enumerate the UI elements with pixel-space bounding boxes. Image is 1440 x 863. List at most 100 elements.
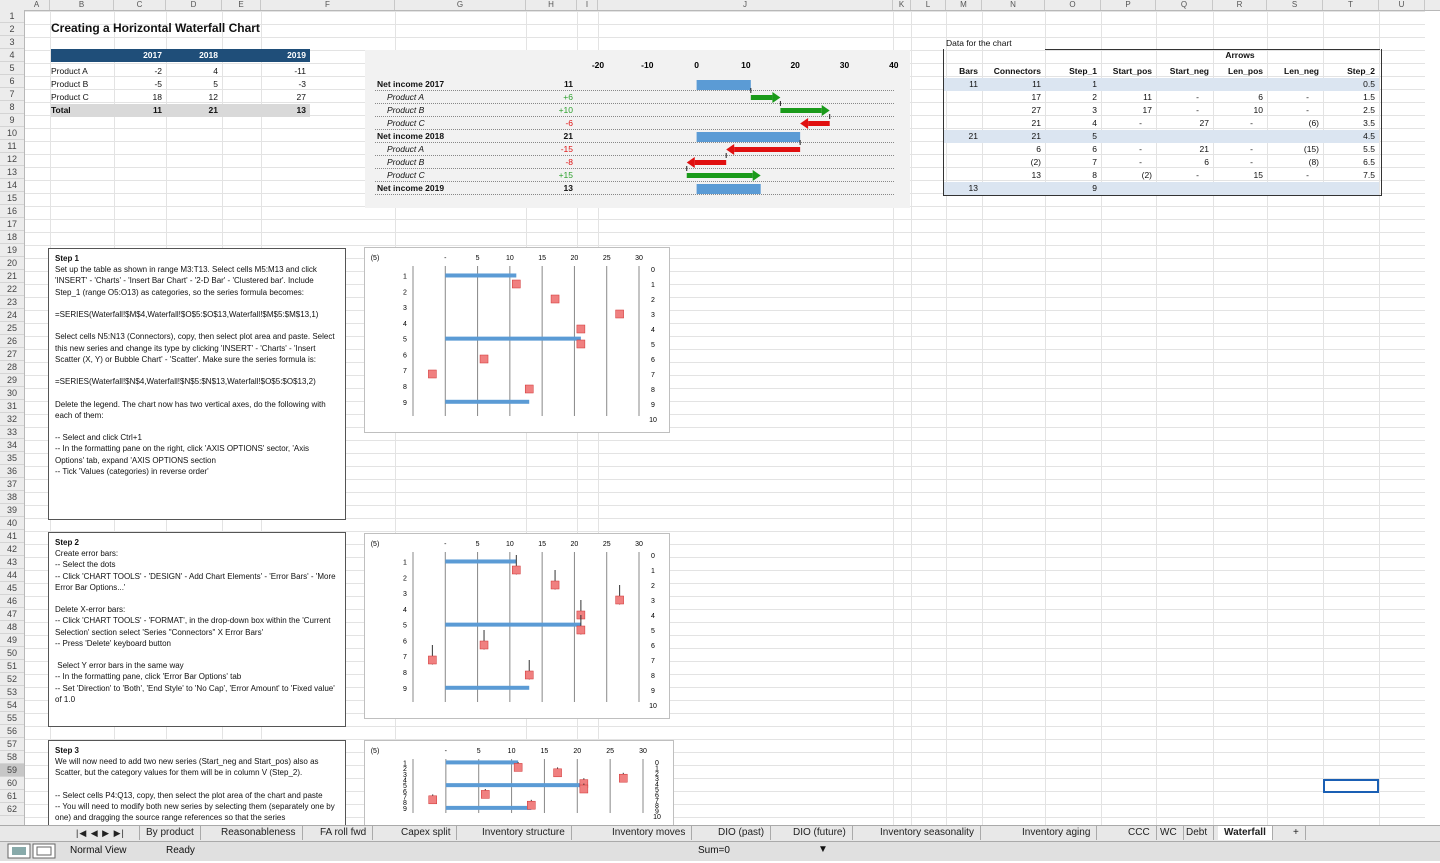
negative-arrow-head[interactable] xyxy=(726,144,735,155)
column-header-c[interactable]: C xyxy=(114,0,166,10)
row-header-55[interactable]: 55 xyxy=(0,712,24,725)
row-header-31[interactable]: 31 xyxy=(0,400,24,413)
row-header-5[interactable]: 5 xyxy=(0,62,24,75)
column-header-f[interactable]: F xyxy=(261,0,395,10)
column-header-l[interactable]: L xyxy=(911,0,946,10)
negative-arrow-shaft[interactable] xyxy=(694,160,727,165)
positive-arrow-head[interactable] xyxy=(821,105,830,116)
row-header-62[interactable]: 62 xyxy=(0,803,24,816)
column-header-q[interactable]: Q xyxy=(1156,0,1213,10)
column-header-e[interactable]: E xyxy=(222,0,261,10)
row-header-24[interactable]: 24 xyxy=(0,309,24,322)
row-header-52[interactable]: 52 xyxy=(0,673,24,686)
row-header-49[interactable]: 49 xyxy=(0,634,24,647)
row-header-28[interactable]: 28 xyxy=(0,361,24,374)
row-header-21[interactable]: 21 xyxy=(0,270,24,283)
sheet-tab-ccc[interactable]: CCC xyxy=(1122,826,1157,840)
sheet-tab-inventory-structure[interactable]: Inventory structure xyxy=(476,826,572,840)
row-header-45[interactable]: 45 xyxy=(0,582,24,595)
column-header-u[interactable]: U xyxy=(1379,0,1425,10)
step-1-chart[interactable]: (5) - 5 10 15 20 25 30 1 2 3 4 5 6 7 8 9 0 1 2 3 4 5 6 7 8 9 10 xyxy=(364,247,670,433)
row-header-56[interactable]: 56 xyxy=(0,725,24,738)
step-2-chart[interactable]: (5) - 5 10 15 20 25 30 1 2 3 4 5 6 7 8 9 0 1 2 3 4 5 6 7 8 9 10 xyxy=(364,533,670,719)
column-header-h[interactable]: H xyxy=(526,0,577,10)
negative-arrow-shaft[interactable] xyxy=(734,147,801,152)
positive-arrow-head[interactable] xyxy=(752,170,761,181)
sheet-tab-inventory-seasonality[interactable]: Inventory seasonality xyxy=(874,826,981,840)
column-header-j[interactable]: J xyxy=(598,0,893,10)
row-header-25[interactable]: 25 xyxy=(0,322,24,335)
column-header-m[interactable]: M xyxy=(946,0,982,10)
tab-nav-arrows[interactable]: |◀ ◀ ▶ ▶| xyxy=(70,826,140,840)
row-header-10[interactable]: 10 xyxy=(0,127,24,140)
row-header-59[interactable]: 59 xyxy=(0,764,24,777)
positive-arrow-shaft[interactable] xyxy=(780,108,822,113)
row-header-43[interactable]: 43 xyxy=(0,556,24,569)
column-header-g[interactable]: G xyxy=(395,0,526,10)
sheet-tab-debt[interactable]: Debt xyxy=(1180,826,1215,840)
sheet-tab-dio-past[interactable]: DIO (past) xyxy=(712,826,772,840)
row-header-18[interactable]: 18 xyxy=(0,231,24,244)
row-header-48[interactable]: 48 xyxy=(0,621,24,634)
row-header-16[interactable]: 16 xyxy=(0,205,24,218)
step-3-chart[interactable]: (5) -5 10 15 20 25 30 1 2 3 4 5 6 7 8 9 0 1 2 3 4 5 6 7 8 9 10 xyxy=(364,740,674,830)
row-header-4[interactable]: 4 xyxy=(0,49,24,62)
row-header-46[interactable]: 46 xyxy=(0,595,24,608)
positive-arrow-shaft[interactable] xyxy=(686,173,753,178)
column-header-d[interactable]: D xyxy=(166,0,222,10)
sheet-tab-waterfall[interactable]: Waterfall xyxy=(1218,826,1273,840)
column-header-n[interactable]: N xyxy=(982,0,1045,10)
row-header-57[interactable]: 57 xyxy=(0,738,24,751)
row-header-53[interactable]: 53 xyxy=(0,686,24,699)
normal-view-icon[interactable] xyxy=(6,842,58,860)
column-header-p[interactable]: P xyxy=(1101,0,1156,10)
sheet-tab-reasonableness[interactable]: Reasonableness xyxy=(215,826,303,840)
negative-arrow-shaft[interactable] xyxy=(808,121,830,126)
row-header-41[interactable]: 41 xyxy=(0,530,24,543)
row-header-40[interactable]: 40 xyxy=(0,517,24,530)
row-header-30[interactable]: 30 xyxy=(0,387,24,400)
row-header-36[interactable]: 36 xyxy=(0,465,24,478)
row-header-35[interactable]: 35 xyxy=(0,452,24,465)
row-header-39[interactable]: 39 xyxy=(0,504,24,517)
net-income-bar[interactable] xyxy=(696,184,761,194)
column-header-k[interactable]: K xyxy=(893,0,911,10)
row-header-50[interactable]: 50 xyxy=(0,647,24,660)
row-header-8[interactable]: 8 xyxy=(0,101,24,114)
net-income-bar[interactable] xyxy=(696,80,751,90)
row-header-23[interactable]: 23 xyxy=(0,296,24,309)
row-header-54[interactable]: 54 xyxy=(0,699,24,712)
row-header-42[interactable]: 42 xyxy=(0,543,24,556)
waterfall-chart[interactable]: -20 -10 0 10 20 30 40 Net income 2017 11 Product … xyxy=(365,50,910,208)
row-header-6[interactable]: 6 xyxy=(0,75,24,88)
row-header-60[interactable]: 60 xyxy=(0,777,24,790)
sheet-tab-fa-roll-fwd[interactable]: FA roll fwd xyxy=(314,826,374,840)
column-header-b[interactable]: B xyxy=(50,0,114,10)
row-header-7[interactable]: 7 xyxy=(0,88,24,101)
negative-arrow-head[interactable] xyxy=(800,118,809,129)
sheet-tab-inventory-moves[interactable]: Inventory moves xyxy=(606,826,693,840)
row-header-29[interactable]: 29 xyxy=(0,374,24,387)
column-header-a[interactable]: A xyxy=(24,0,50,10)
negative-arrow-head[interactable] xyxy=(686,157,695,168)
row-header-61[interactable]: 61 xyxy=(0,790,24,803)
row-header-15[interactable]: 15 xyxy=(0,192,24,205)
row-header-11[interactable]: 11 xyxy=(0,140,24,153)
column-header-t[interactable]: T xyxy=(1323,0,1379,10)
row-header-27[interactable]: 27 xyxy=(0,348,24,361)
sheet-tab-dio-future[interactable]: DIO (future) xyxy=(787,826,853,840)
net-income-bar[interactable] xyxy=(696,132,801,142)
column-header-r[interactable]: R xyxy=(1213,0,1267,10)
row-header-32[interactable]: 32 xyxy=(0,413,24,426)
row-header-14[interactable]: 14 xyxy=(0,179,24,192)
chevron-down-icon[interactable]: ▼ xyxy=(818,844,828,855)
row-header-47[interactable]: 47 xyxy=(0,608,24,621)
row-header-1[interactable]: 1 xyxy=(0,10,24,23)
column-header-o[interactable]: O xyxy=(1045,0,1101,10)
row-header-2[interactable]: 2 xyxy=(0,23,24,36)
column-header-s[interactable]: S xyxy=(1267,0,1323,10)
row-header-9[interactable]: 9 xyxy=(0,114,24,127)
row-header-58[interactable]: 58 xyxy=(0,751,24,764)
positive-arrow-head[interactable] xyxy=(772,92,781,103)
row-header-38[interactable]: 38 xyxy=(0,491,24,504)
